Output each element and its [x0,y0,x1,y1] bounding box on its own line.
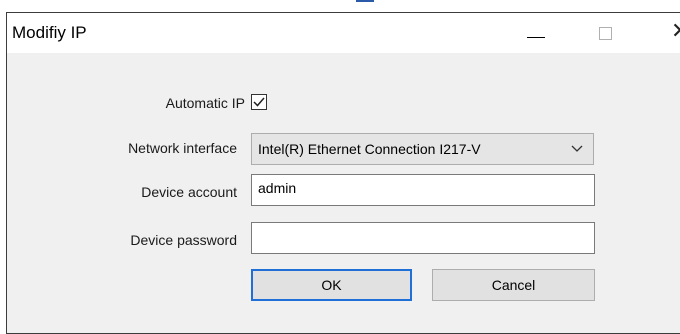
device-account-label: Device account [141,184,237,200]
device-password-field[interactable] [251,222,595,254]
modify-ip-dialog: Modifiy IP ✕ Automatic IP Network interf… [6,12,680,334]
maximize-button[interactable] [587,13,633,53]
title-bar[interactable]: Modifiy IP ✕ [7,13,680,53]
dialog-title: Modifiy IP [12,23,87,42]
automatic-ip-checkbox[interactable] [251,94,267,110]
ok-button[interactable]: OK [251,269,412,301]
checkmark-icon [253,97,265,107]
cancel-button[interactable]: Cancel [432,269,595,301]
chevron-down-icon [571,145,583,152]
minimize-button[interactable] [515,13,561,53]
device-account-field[interactable]: admin [251,174,595,206]
close-button[interactable]: ✕ [657,13,680,53]
minimize-icon [527,37,545,38]
automatic-ip-label: Automatic IP [165,95,245,111]
network-interface-value: Intel(R) Ethernet Connection I217-V [258,141,481,157]
device-password-label: Device password [130,232,237,248]
close-icon: ✕ [671,19,680,43]
network-interface-select[interactable]: Intel(R) Ethernet Connection I217-V [251,133,594,165]
network-interface-label: Network interface [128,140,237,156]
maximize-icon [599,27,612,40]
device-account-value: admin [258,180,297,196]
background-accent-mark [356,0,374,2]
